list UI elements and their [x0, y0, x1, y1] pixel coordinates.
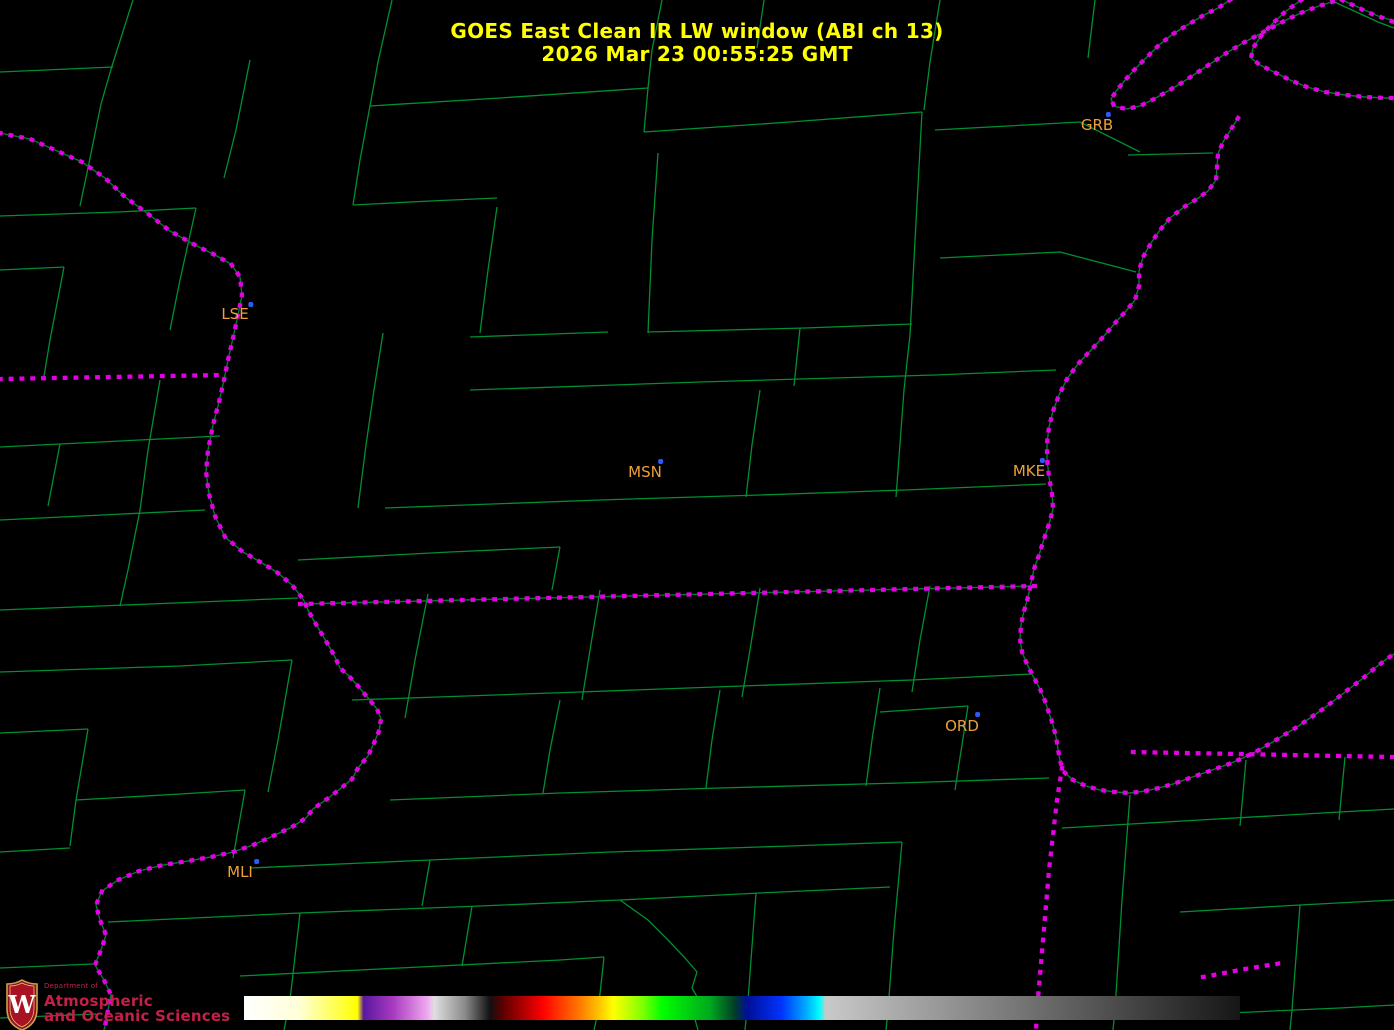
station-dot	[1039, 458, 1045, 463]
station-code: GRB	[1080, 116, 1114, 134]
uw-aos-branding: W Department of Atmospheric and Oceanic …	[6, 979, 230, 1030]
station-dot	[658, 459, 664, 464]
title-line-2: 2026 Mar 23 00:55:25 GMT	[541, 42, 853, 66]
station-label-MKE: MKE	[1012, 458, 1046, 480]
station-code: ORD	[945, 717, 979, 735]
station-label-MSN: MSN	[628, 459, 664, 481]
station-dot	[254, 859, 260, 864]
map-canvas	[0, 0, 1394, 1030]
satellite-image-viewport: GOES East Clean IR LW window (ABI ch 13)…	[0, 0, 1394, 1030]
uw-crest-logo: W	[6, 979, 38, 1030]
station-label-LSE: LSE	[221, 302, 253, 323]
station-code: LSE	[221, 305, 249, 323]
station-code: MLI	[227, 863, 253, 881]
image-title: GOES East Clean IR LW window (ABI ch 13)…	[0, 20, 1394, 66]
station-code: MKE	[1012, 462, 1046, 480]
station-dot	[975, 712, 981, 717]
temperature-colorbar	[244, 996, 1240, 1020]
station-dot	[1105, 112, 1111, 117]
title-line-1: GOES East Clean IR LW window (ABI ch 13)	[450, 19, 944, 43]
station-code: MSN	[628, 463, 662, 481]
department-name: Department of Atmospheric and Oceanic Sc…	[44, 979, 230, 1024]
station-dot	[247, 302, 253, 307]
department-line-2: and Oceanic Sciences	[44, 1007, 231, 1025]
svg-text:W: W	[8, 990, 37, 1019]
station-label-ORD: ORD	[945, 712, 981, 735]
station-label-MLI: MLI	[227, 859, 260, 881]
station-label-GRB: GRB	[1080, 112, 1114, 134]
